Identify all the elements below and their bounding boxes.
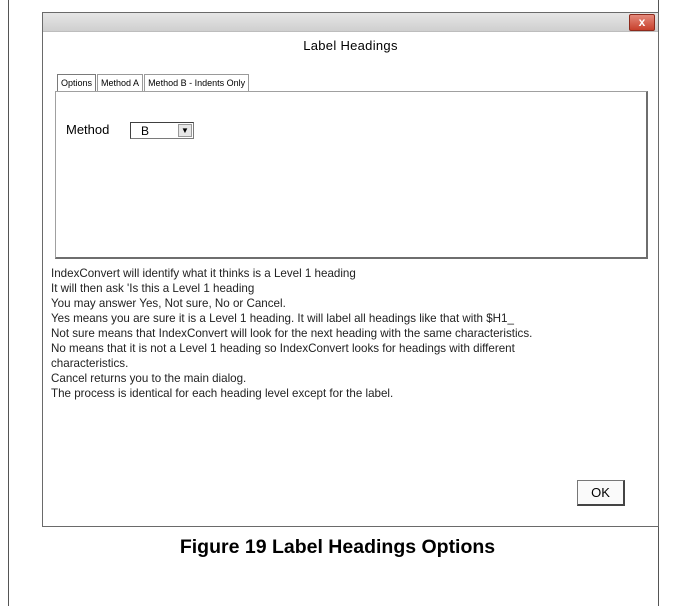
method-selected-value: B [141, 124, 150, 138]
help-line: Not sure means that IndexConvert will lo… [51, 327, 533, 340]
tab-method-a[interactable]: Method A [97, 74, 144, 91]
close-button[interactable]: x [629, 14, 655, 31]
tab-strip: Options Method A Method B - Indents Only [57, 74, 250, 92]
help-line: IndexConvert will identify what it think… [51, 267, 356, 280]
dialog-title: Label Headings [303, 38, 398, 53]
help-line: characteristics. [51, 357, 129, 370]
help-text: IndexConvert will identify what it think… [51, 266, 651, 401]
help-line: Cancel returns you to the main dialog. [51, 372, 247, 385]
ok-button[interactable]: OK [577, 480, 625, 506]
method-select[interactable]: B ▼ [130, 122, 194, 139]
figure-caption: Figure 19 Label Headings Options [179, 536, 496, 558]
help-line: You may answer Yes, Not sure, No or Canc… [51, 297, 286, 310]
method-label: Method [66, 122, 110, 137]
tab-options[interactable]: Options [57, 74, 97, 91]
help-line: No means that it is not a Level 1 headin… [51, 342, 515, 355]
label-headings-dialog: x Label Headings Options Method A Method… [42, 12, 659, 527]
help-line: The process is identical for each headin… [51, 387, 394, 400]
help-line: It will then ask 'Is this a Level 1 head… [51, 282, 255, 295]
help-line: Yes means you are sure it is a Level 1 h… [51, 312, 514, 325]
options-tab-panel: Method B ▼ [55, 91, 648, 259]
dropdown-arrow-icon[interactable]: ▼ [178, 124, 192, 137]
title-bar: x [43, 13, 658, 32]
tab-method-b[interactable]: Method B - Indents Only [144, 74, 250, 91]
